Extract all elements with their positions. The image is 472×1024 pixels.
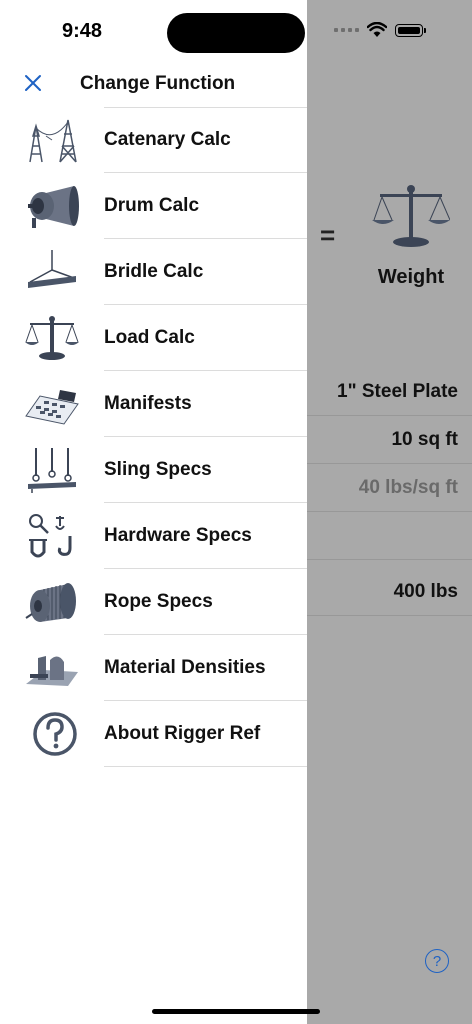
- menu-item-load-calc[interactable]: Load Calc: [0, 305, 307, 371]
- empty-row: [307, 512, 472, 560]
- weight-value: 400 lbs: [307, 568, 472, 616]
- balance-scale-icon: [372, 185, 450, 247]
- menu-item-label: About Rigger Ref: [104, 723, 261, 744]
- rope-spool-icon: [25, 583, 76, 622]
- bridle-icon: [28, 250, 76, 288]
- help-button[interactable]: ?: [425, 949, 449, 973]
- menu-item-label: Load Calc: [104, 327, 195, 348]
- question-circle-icon: [33, 712, 77, 756]
- menu-item-manifests[interactable]: Manifests: [0, 371, 307, 437]
- calculator-icon: [25, 390, 79, 425]
- material-shapes-icon: [26, 656, 78, 686]
- status-indicators: [334, 22, 426, 38]
- function-list: Catenary Calc Drum Calc Bridle Calc Load…: [0, 107, 307, 767]
- menu-item-hardware-specs[interactable]: Hardware Specs: [0, 503, 307, 569]
- menu-item-bridle-calc[interactable]: Bridle Calc: [0, 239, 307, 305]
- menu-item-label: Manifests: [104, 393, 192, 414]
- area-value[interactable]: 10 sq ft: [307, 416, 472, 464]
- material-value[interactable]: 1" Steel Plate: [307, 368, 472, 416]
- menu-item-label: Drum Calc: [104, 195, 200, 216]
- drum-winch-icon: [28, 186, 79, 228]
- cellular-signal-icon: [334, 28, 359, 32]
- close-button[interactable]: [22, 72, 44, 94]
- menu-item-label: Bridle Calc: [104, 261, 204, 282]
- dynamic-island: [167, 13, 305, 53]
- menu-item-label: Sling Specs: [104, 459, 212, 480]
- menu-item-catenary-calc[interactable]: Catenary Calc: [0, 107, 307, 173]
- menu-item-material-densities[interactable]: Material Densities: [0, 635, 307, 701]
- function-drawer: 9:48 Change Function Catenary Calc Drum …: [0, 0, 307, 1024]
- close-icon: [25, 75, 41, 91]
- menu-item-label: Rope Specs: [104, 591, 213, 612]
- menu-item-label: Catenary Calc: [104, 129, 231, 150]
- menu-item-label: Material Densities: [104, 657, 266, 678]
- status-time: 9:48: [62, 20, 103, 42]
- menu-item-label: Hardware Specs: [104, 525, 252, 546]
- sling-icon: [28, 448, 76, 493]
- drawer-title: Change Function: [80, 73, 236, 94]
- density-value[interactable]: 40 lbs/sq ft: [307, 464, 472, 512]
- equals-sign: =: [320, 220, 336, 250]
- wifi-icon: [367, 22, 387, 37]
- menu-item-sling-specs[interactable]: Sling Specs: [0, 437, 307, 503]
- home-indicator: [152, 1009, 320, 1014]
- balance-scale-icon: [25, 316, 79, 360]
- shackle-hook-icon: [29, 514, 72, 558]
- transmission-tower-icon: [29, 119, 77, 163]
- menu-item-drum-calc[interactable]: Drum Calc: [0, 173, 307, 239]
- result-label: Weight: [377, 266, 445, 288]
- menu-item-rope-specs[interactable]: Rope Specs: [0, 569, 307, 635]
- battery-icon: [395, 23, 426, 37]
- menu-item-about-rigger-ref[interactable]: About Rigger Ref: [0, 701, 307, 767]
